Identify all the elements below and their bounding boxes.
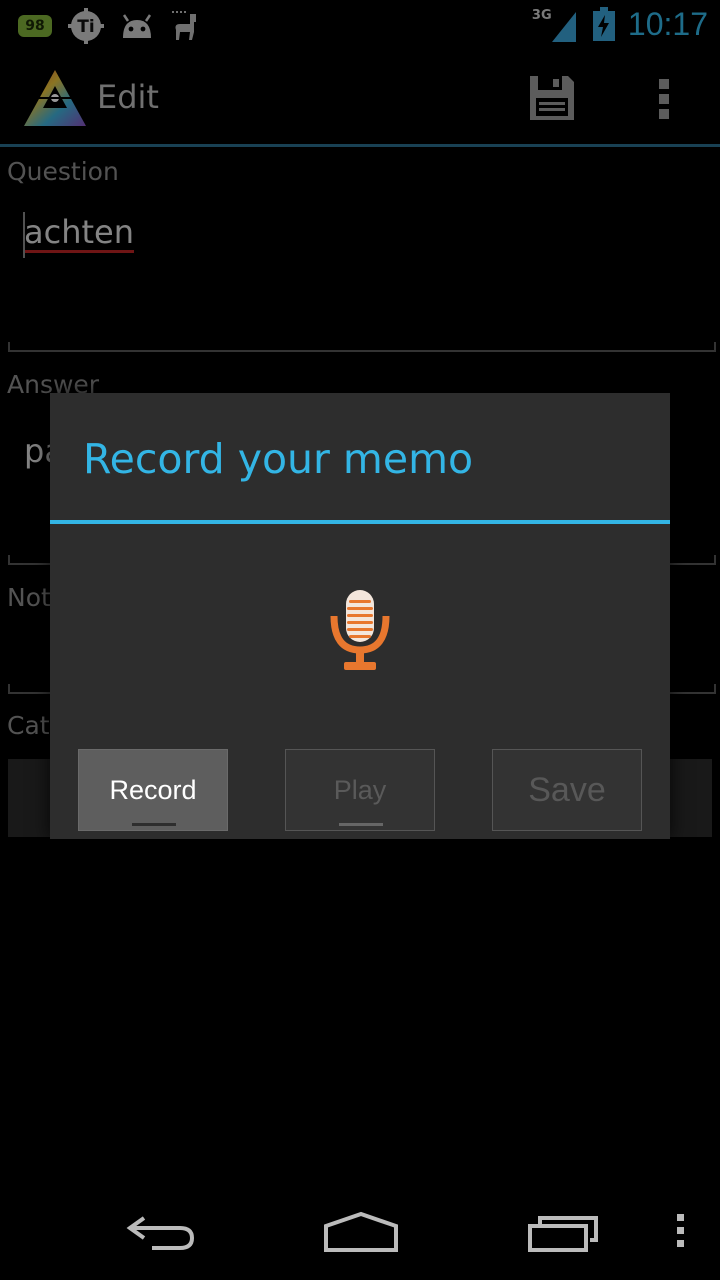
record-button-label: Record: [109, 774, 197, 805]
home-icon[interactable]: [322, 1210, 400, 1254]
recent-apps-icon[interactable]: [526, 1210, 600, 1254]
navigation-bar: [0, 1184, 720, 1280]
play-button[interactable]: Play: [285, 749, 435, 831]
play-button-label: Play: [333, 774, 387, 805]
back-icon[interactable]: [122, 1210, 198, 1254]
play-button-indicator: [339, 823, 383, 826]
record-button-indicator: [132, 823, 176, 826]
dialog-divider: [50, 520, 670, 524]
menu-icon[interactable]: [674, 1210, 688, 1250]
record-memo-dialog: Record your memo Record Play Save: [50, 393, 670, 839]
microphone-icon: [330, 590, 390, 670]
save-memo-button-label: Save: [528, 770, 606, 809]
save-memo-button[interactable]: Save: [492, 749, 642, 831]
dialog-title: Record your memo: [83, 435, 474, 483]
record-button[interactable]: Record: [78, 749, 228, 831]
